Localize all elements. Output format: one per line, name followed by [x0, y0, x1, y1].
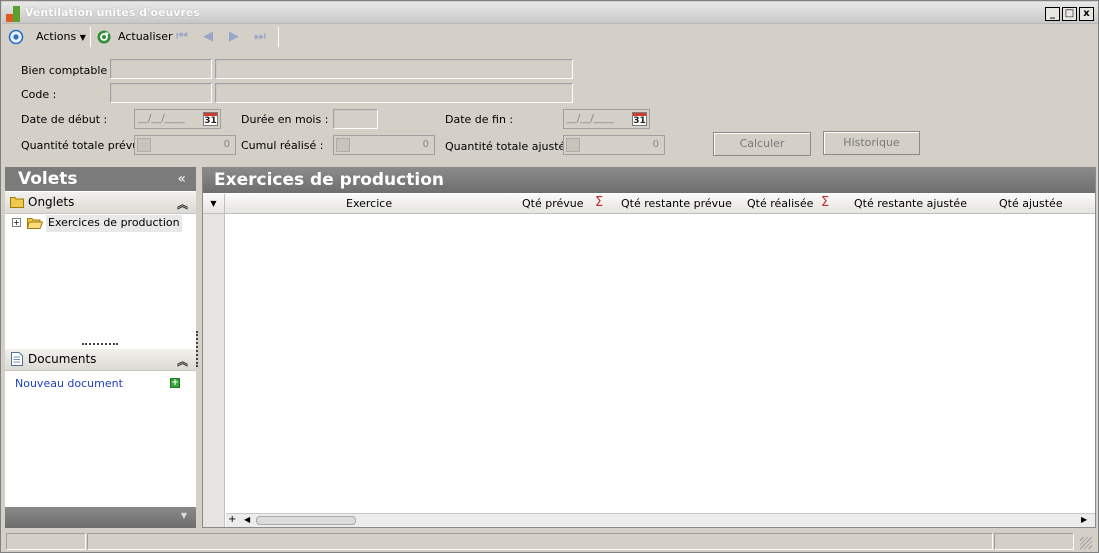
status-pane: [994, 533, 1074, 550]
refresh-button[interactable]: Actualiser: [118, 30, 173, 43]
collapse-panel-icon[interactable]: «: [177, 167, 186, 191]
toolbar-separator: [278, 27, 279, 47]
code-label: Code :: [21, 88, 57, 101]
date-fin-field[interactable]: __/__/____ 31: [563, 109, 650, 129]
code-field[interactable]: [110, 83, 212, 103]
date-fin-value: __/__/____: [567, 113, 614, 124]
col-exercice[interactable]: Exercice: [346, 197, 392, 210]
actions-label: Actions: [36, 30, 77, 43]
qte-totale-ajustee-label: Quantité totale ajustée :: [445, 140, 580, 153]
folder-icon: [10, 197, 24, 208]
collapse-group-icon[interactable]: ︽: [177, 195, 188, 215]
side-panel: Volets « Onglets ︽ + Exercices de produc…: [5, 167, 196, 528]
app-icon: [6, 6, 22, 22]
toolbar: Actions ▼ Actualiser ⏮ ◀ ▶ ⏭: [2, 24, 1098, 50]
main-panel: Exercices de production ▼ Exercice Qté p…: [202, 167, 1096, 528]
open-folder-icon: [27, 218, 43, 229]
scroll-thumb[interactable]: [256, 516, 356, 525]
date-fin-label: Date de fin :: [445, 113, 514, 126]
duree-label: Durée en mois :: [241, 113, 329, 126]
col-qte-realisee[interactable]: Qté réalisée: [747, 197, 813, 210]
col-qte-prevue[interactable]: Qté prévue: [522, 197, 584, 210]
bien-comptable-code-field[interactable]: [110, 59, 212, 79]
main-panel-title: Exercices de production: [203, 168, 1095, 193]
documents-label: Documents: [28, 352, 97, 366]
date-debut-value: __/__/____: [138, 113, 185, 124]
scroll-right-icon[interactable]: ▶: [1081, 515, 1087, 524]
sum-icon[interactable]: Σ: [821, 195, 829, 210]
documents-group-header[interactable]: Documents ︽: [5, 349, 196, 371]
maximize-button[interactable]: □: [1062, 7, 1077, 21]
calculer-button[interactable]: Calculer: [713, 132, 811, 156]
bien-comptable-name-field[interactable]: [215, 59, 573, 79]
prev-icon[interactable]: ◀: [200, 30, 216, 44]
chevron-down-icon: ▼: [79, 33, 86, 42]
date-debut-label: Date de début :: [21, 113, 108, 126]
title-bar[interactable]: Ventilation unités d'oeuvres _ □ x: [2, 2, 1098, 24]
status-bar: [2, 531, 1098, 552]
last-icon[interactable]: ⏭: [252, 30, 268, 44]
historique-button[interactable]: Historique: [823, 131, 920, 155]
add-row-icon[interactable]: +: [228, 514, 236, 525]
spin-button[interactable]: [137, 138, 151, 152]
sum-icon[interactable]: Σ: [595, 195, 603, 210]
code-description-field[interactable]: [215, 83, 573, 103]
chevron-down-icon[interactable]: ▼: [181, 511, 187, 520]
col-qte-ajustee[interactable]: Qté ajustée: [999, 197, 1063, 210]
spin-button[interactable]: [336, 138, 350, 152]
splitter-grip[interactable]: [82, 343, 118, 345]
add-icon[interactable]: +: [170, 378, 180, 388]
window-title: Ventilation unités d'oeuvres: [25, 6, 200, 19]
collapse-group-icon[interactable]: ︽: [177, 352, 188, 372]
tree-item-exercices[interactable]: Exercices de production: [46, 215, 182, 232]
side-panel-footer: ▼: [5, 507, 196, 528]
cumul-realise-label: Cumul réalisé :: [241, 139, 324, 152]
cumul-realise-value: 0: [422, 139, 429, 150]
actions-menu[interactable]: Actions ▼: [36, 30, 86, 43]
onglets-group-header[interactable]: Onglets ︽: [5, 192, 196, 214]
document-icon: [11, 352, 23, 366]
qte-totale-prevue-field[interactable]: 0: [134, 135, 236, 155]
tree-expander[interactable]: +: [12, 218, 21, 227]
grid-menu-button[interactable]: ▼: [203, 194, 225, 213]
col-qte-restante-prevue[interactable]: Qté restante prévue: [621, 197, 732, 210]
close-button[interactable]: x: [1079, 7, 1094, 21]
duree-field[interactable]: [333, 109, 378, 129]
side-panel-header: Volets «: [5, 167, 196, 191]
side-panel-title: Volets: [18, 169, 78, 189]
bien-comptable-label: Bien comptable :: [21, 64, 115, 77]
calendar-icon[interactable]: 31: [203, 112, 218, 126]
row-selector-column: [203, 214, 225, 527]
scroll-left-icon[interactable]: ◀: [244, 515, 250, 524]
app-window: Ventilation unités d'oeuvres _ □ x Actio…: [0, 0, 1099, 553]
qte-totale-ajustee-value: 0: [652, 139, 659, 150]
cumul-realise-field[interactable]: 0: [333, 135, 435, 155]
calendar-icon[interactable]: 31: [632, 112, 647, 126]
horizontal-scrollbar[interactable]: + ◀ ▶: [226, 513, 1095, 527]
toolbar-separator: [90, 27, 91, 47]
new-document-link[interactable]: Nouveau document: [15, 377, 123, 390]
grid-header: ▼ Exercice Qté prévue Σ Qté restante pré…: [203, 194, 1095, 214]
actions-icon[interactable]: [8, 29, 24, 45]
qte-totale-prevue-value: 0: [223, 139, 230, 150]
vertical-splitter[interactable]: [196, 331, 199, 367]
refresh-icon[interactable]: [96, 29, 112, 45]
first-icon[interactable]: ⏮: [174, 30, 190, 44]
minimize-button[interactable]: _: [1045, 7, 1060, 21]
col-qte-restante-ajustee[interactable]: Qté restante ajustée: [854, 197, 967, 210]
resize-grip[interactable]: [1080, 537, 1092, 549]
date-debut-field[interactable]: __/__/____ 31: [134, 109, 221, 129]
status-pane: [6, 533, 86, 550]
status-pane: [87, 533, 993, 550]
next-icon[interactable]: ▶: [226, 30, 242, 44]
spin-button[interactable]: [566, 138, 580, 152]
qte-totale-ajustee-field[interactable]: 0: [563, 135, 665, 155]
onglets-label: Onglets: [28, 195, 75, 209]
